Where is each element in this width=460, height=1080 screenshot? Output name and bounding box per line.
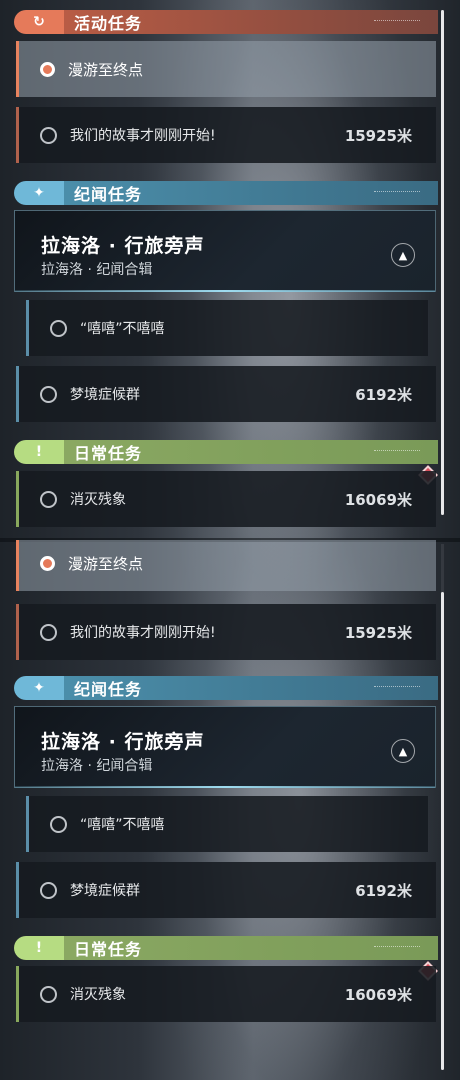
- quest-row-roam-to-end[interactable]: 漫游至终点: [16, 540, 436, 591]
- quest-row-dream-syndrome[interactable]: 梦境症候群 6192米: [16, 862, 436, 918]
- radio-icon: [40, 385, 57, 403]
- quest-label: 漫游至终点: [68, 60, 144, 79]
- scrollbar-track[interactable]: [441, 10, 444, 515]
- story-quest-header[interactable]: ✦ 纪闻任务: [14, 180, 438, 206]
- exclamation-icon: !: [14, 440, 64, 464]
- quest-row-roam-to-end[interactable]: 漫游至终点: [16, 41, 436, 97]
- activity-header-title: 活动任务: [74, 14, 143, 33]
- scrollbar-thumb[interactable]: [441, 592, 444, 1070]
- quest-row-hehe[interactable]: “嘻嘻”不嘻嘻: [26, 796, 428, 852]
- header-decoration: [374, 450, 420, 453]
- quest-distance: 16069米: [344, 985, 412, 1004]
- quest-row-dream-syndrome[interactable]: 梦境症候群 6192米: [16, 366, 436, 422]
- daily-header-title: 日常任务: [74, 444, 143, 463]
- card-subtitle: 拉海洛 · 纪闻合辑: [41, 758, 153, 774]
- story-collection-card[interactable]: 拉海洛 · 行旅旁声 拉海洛 · 纪闻合辑 ▲: [14, 210, 436, 292]
- quest-row-eliminate-echoes[interactable]: 消灭残象 16069米: [16, 471, 436, 527]
- selected-radio-icon: [40, 555, 55, 571]
- quest-row-story-just-begun[interactable]: 我们的故事才刚刚开始! 15925米: [16, 604, 436, 660]
- exclamation-icon: !: [14, 936, 64, 960]
- quest-panel-top: ↻ 活动任务 漫游至终点 我们的故事才刚刚开始! 15925米 ✦ 纪闻任务 拉…: [0, 0, 460, 540]
- quest-panel-bottom: 漫游至终点 我们的故事才刚刚开始! 15925米 ✦ 纪闻任务 拉海洛 · 行旅…: [0, 540, 460, 1080]
- daily-quest-header[interactable]: ! 日常任务: [14, 935, 438, 961]
- quest-distance: 6192米: [355, 385, 412, 404]
- rotate-arrow-icon: ↻: [14, 10, 64, 34]
- quest-distance: 16069米: [344, 490, 412, 509]
- daily-quest-header[interactable]: ! 日常任务: [14, 439, 438, 465]
- card-title: 拉海洛 · 行旅旁声: [41, 235, 205, 257]
- quest-label: 梦境症候群: [70, 387, 140, 403]
- selected-radio-icon: [40, 61, 55, 77]
- sparkle-icon: ✦: [14, 676, 64, 700]
- story-header-title: 纪闻任务: [74, 185, 143, 204]
- radio-icon: [40, 623, 57, 641]
- radio-icon: [40, 881, 57, 899]
- card-title: 拉海洛 · 行旅旁声: [41, 731, 205, 753]
- quest-label: 我们的故事才刚刚开始!: [70, 625, 216, 641]
- radio-icon: [40, 126, 57, 144]
- story-collection-card[interactable]: 拉海洛 · 行旅旁声 拉海洛 · 纪闻合辑 ▲: [14, 706, 436, 788]
- story-quest-header[interactable]: ✦ 纪闻任务: [14, 675, 438, 701]
- scrollbar-track[interactable]: [441, 544, 444, 1070]
- card-subtitle: 拉海洛 · 纪闻合辑: [41, 262, 153, 278]
- quest-label: 漫游至终点: [68, 554, 144, 573]
- radio-icon: [40, 985, 57, 1003]
- collapse-caret-icon[interactable]: ▲: [391, 739, 415, 763]
- radio-icon: [40, 490, 57, 508]
- quest-distance: 15925米: [344, 126, 412, 145]
- header-decoration: [374, 946, 420, 949]
- quest-distance: 6192米: [355, 881, 412, 900]
- story-header-title: 纪闻任务: [74, 680, 143, 699]
- header-decoration: [374, 20, 420, 23]
- quest-distance: 15925米: [344, 623, 412, 642]
- quest-label: “嘻嘻”不嘻嘻: [80, 817, 165, 833]
- radio-icon: [50, 815, 67, 833]
- quest-label: 我们的故事才刚刚开始!: [70, 128, 216, 144]
- quest-label: “嘻嘻”不嘻嘻: [80, 321, 165, 337]
- quest-row-eliminate-echoes[interactable]: 消灭残象 16069米: [16, 966, 436, 1022]
- quest-label: 消灭残象: [70, 492, 126, 508]
- activity-quest-header[interactable]: ↻ 活动任务: [14, 9, 438, 35]
- collapse-caret-icon[interactable]: ▲: [391, 243, 415, 267]
- quest-row-hehe[interactable]: “嘻嘻”不嘻嘻: [26, 300, 428, 356]
- quest-row-story-just-begun[interactable]: 我们的故事才刚刚开始! 15925米: [16, 107, 436, 163]
- header-decoration: [374, 191, 420, 194]
- quest-label: 消灭残象: [70, 987, 126, 1003]
- daily-header-title: 日常任务: [74, 940, 143, 959]
- scrollbar-thumb[interactable]: [441, 10, 444, 515]
- quest-label: 梦境症候群: [70, 883, 140, 899]
- header-decoration: [374, 686, 420, 689]
- radio-icon: [50, 319, 67, 337]
- sparkle-icon: ✦: [14, 181, 64, 205]
